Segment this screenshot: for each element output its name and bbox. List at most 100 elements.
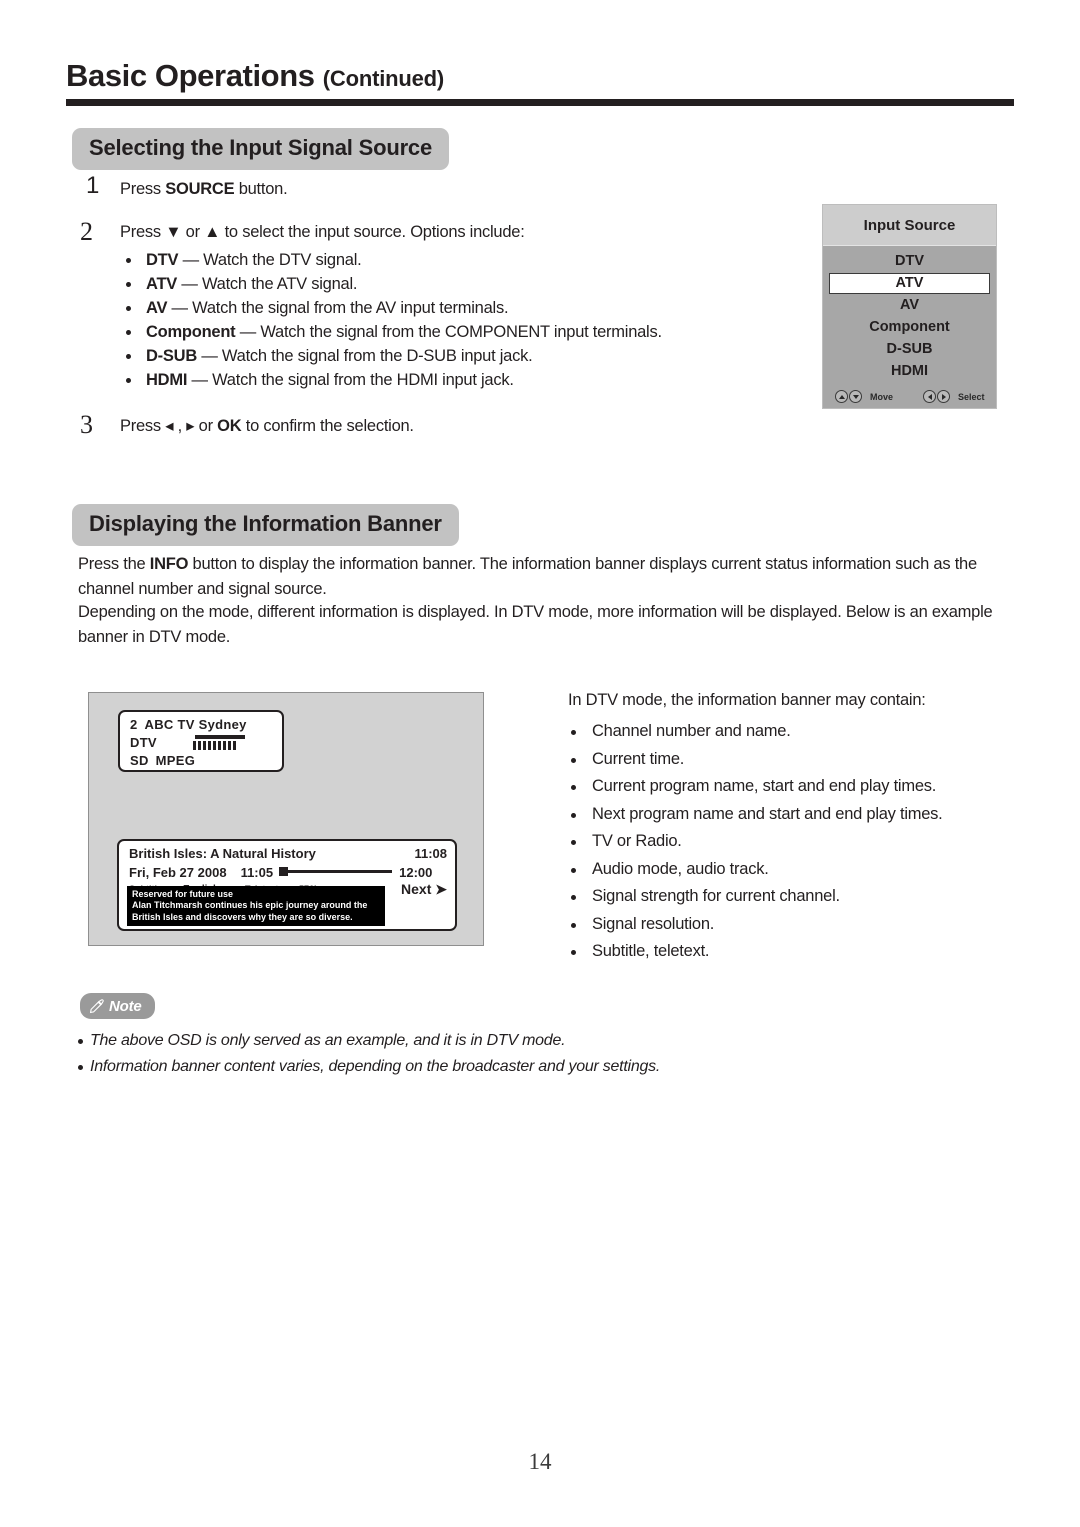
- step-2-text: Press ▼ or ▲ to select the input source.…: [120, 223, 525, 241]
- bullet-icon: [571, 922, 576, 928]
- step-1-text-after: button.: [234, 180, 288, 198]
- bullet-icon: [78, 1039, 83, 1044]
- arrow-down-icon: [849, 390, 862, 403]
- note-item-text: The above OSD is only served as an examp…: [90, 1032, 566, 1049]
- list-item: Component — Watch the signal from the CO…: [120, 320, 780, 344]
- tv-program-description: Reserved for future use Alan Titchmarsh …: [127, 885, 385, 926]
- dtv-item-label: Subtitle, teletext.: [592, 942, 710, 960]
- osd-menu-item-dtv[interactable]: DTV: [829, 251, 990, 272]
- tv-next-button[interactable]: Next ➤: [401, 881, 447, 898]
- dtv-item-label: Current program name, start and end play…: [592, 777, 937, 795]
- option-desc: — Watch the ATV signal.: [181, 275, 358, 293]
- bullet-icon: [571, 730, 576, 735]
- step-1-text: Press SOURCE button.: [120, 178, 288, 200]
- option-desc: — Watch the signal from the D-SUB input …: [201, 347, 533, 365]
- list-item: ATV — Watch the ATV signal.: [120, 272, 780, 296]
- osd-menu-item-hdmi[interactable]: HDMI: [829, 361, 990, 382]
- tv-current-time: 11:08: [414, 846, 447, 861]
- bullet-icon: [126, 330, 131, 335]
- up-down-arrow-icon: [835, 390, 862, 403]
- list-item: Audio mode, audio track.: [568, 856, 1038, 884]
- list-item: Channel number and name.: [568, 718, 1038, 746]
- input-source-option-list: DTV — Watch the DTV signal. ATV — Watch …: [120, 248, 780, 392]
- tv-channel-line: 2 ABC TV Sydney: [130, 716, 282, 734]
- dtv-contents-list: Channel number and name. Current time. C…: [568, 718, 1038, 966]
- title-divider: [66, 99, 1014, 106]
- bullet-icon: [78, 1065, 83, 1070]
- step-1-number: 1: [86, 172, 100, 199]
- option-term: Component: [146, 323, 236, 341]
- signal-bar-cap: [195, 735, 245, 739]
- list-item: Next program name and start and end play…: [568, 801, 1038, 829]
- step-2-number: 2: [80, 217, 93, 246]
- tv-time-row: Fri, Feb 27 2008 11:05 12:00: [129, 865, 447, 880]
- step-3-text-after: to confirm the selection.: [241, 417, 414, 435]
- list-item: D-SUB — Watch the signal from the D-SUB …: [120, 344, 780, 368]
- bullet-icon: [571, 840, 576, 845]
- step-3-number: 3: [80, 410, 93, 439]
- tv-date: Fri, Feb 27 2008: [129, 865, 227, 880]
- list-item: Subtitle, teletext.: [568, 938, 1038, 966]
- info-banner-paragraph-2: Depending on the mode, different informa…: [78, 603, 993, 646]
- signal-strength-icon: [193, 735, 247, 751]
- option-term: DTV: [146, 251, 179, 269]
- tv-program-row: British Isles: A Natural History 11:08: [129, 846, 447, 861]
- bullet-icon: [571, 785, 576, 790]
- bullet-icon: [126, 258, 131, 263]
- arrow-up-icon: [835, 390, 848, 403]
- info-banner-paragraph-1: Press the INFO button to display the inf…: [78, 552, 1024, 602]
- bullet-icon: [571, 950, 576, 955]
- tv-channel-banner: 2 ABC TV Sydney DTV SD MPEG: [118, 710, 284, 772]
- dtv-item-label: TV or Radio.: [592, 832, 682, 850]
- osd-menu-item-av[interactable]: AV: [829, 295, 990, 316]
- option-term: AV: [146, 299, 168, 317]
- list-item: Signal strength for current channel.: [568, 883, 1038, 911]
- tv-end-time: 12:00: [399, 865, 433, 880]
- dtv-item-label: Next program name and start and end play…: [592, 804, 943, 823]
- page-title: Basic Operations (Continued): [66, 58, 444, 94]
- bullet-icon: [126, 282, 131, 287]
- list-item: The above OSD is only served as an examp…: [78, 1028, 978, 1054]
- section-heading-info-banner: Displaying the Information Banner: [72, 504, 459, 546]
- tv-program-title: British Isles: A Natural History: [129, 846, 316, 861]
- list-item: HDMI — Watch the signal from the HDMI in…: [120, 368, 780, 392]
- list-item: Current time.: [568, 746, 1038, 774]
- list-item: Signal resolution.: [568, 911, 1038, 939]
- tv-progress-knob: [279, 867, 289, 876]
- list-item: AV — Watch the signal from the AV input …: [120, 296, 780, 320]
- input-source-osd: Input Source DTV ATV AV Component D-SUB …: [822, 204, 997, 409]
- bullet-icon: [571, 895, 576, 900]
- osd-move-label: Move: [870, 391, 894, 402]
- page-title-suffix: (Continued): [322, 66, 445, 91]
- bullet-icon: [571, 867, 576, 873]
- para1-keyword: INFO: [149, 555, 189, 573]
- option-desc: — Watch the signal from the AV input ter…: [171, 299, 509, 317]
- dtv-item-label: Channel number and name.: [592, 722, 791, 740]
- osd-title: Input Source: [823, 205, 996, 246]
- manual-page: Basic Operations (Continued) Selecting t…: [0, 0, 1080, 1527]
- tv-mode-line: DTV: [130, 734, 282, 752]
- bullet-icon: [571, 812, 576, 818]
- signal-bars: [193, 741, 247, 750]
- osd-menu-list: DTV ATV AV Component D-SUB HDMI: [823, 246, 996, 382]
- tv-codec: MPEG: [155, 753, 196, 768]
- para1-before: Press the: [78, 555, 150, 573]
- tv-desc-line-3: British Isles and discovers why they are…: [132, 911, 353, 922]
- bullet-icon: [126, 354, 131, 359]
- osd-select-label: Select: [958, 391, 985, 402]
- note-item-text: Information banner content varies, depen…: [90, 1058, 661, 1075]
- dtv-item-label: Signal strength for current channel.: [592, 887, 840, 905]
- arrow-right-icon: [937, 390, 951, 403]
- section-heading-input-source: Selecting the Input Signal Source: [72, 128, 450, 170]
- tv-progress-bar: [279, 867, 393, 876]
- tv-info-banner: British Isles: A Natural History 11:08 F…: [117, 839, 457, 931]
- option-term: D-SUB: [146, 347, 197, 365]
- osd-menu-item-dsub[interactable]: D-SUB: [829, 339, 990, 360]
- osd-menu-item-component[interactable]: Component: [829, 317, 990, 338]
- left-right-arrow-icon: [923, 390, 951, 403]
- tv-screen-illustration: 2 ABC TV Sydney DTV SD MPEG British Isles:…: [88, 692, 484, 946]
- step-1-text-before: Press: [120, 180, 166, 198]
- osd-menu-item-atv[interactable]: ATV: [829, 273, 990, 294]
- option-term: HDMI: [146, 371, 188, 389]
- tv-format-line: SD MPEG: [130, 752, 282, 770]
